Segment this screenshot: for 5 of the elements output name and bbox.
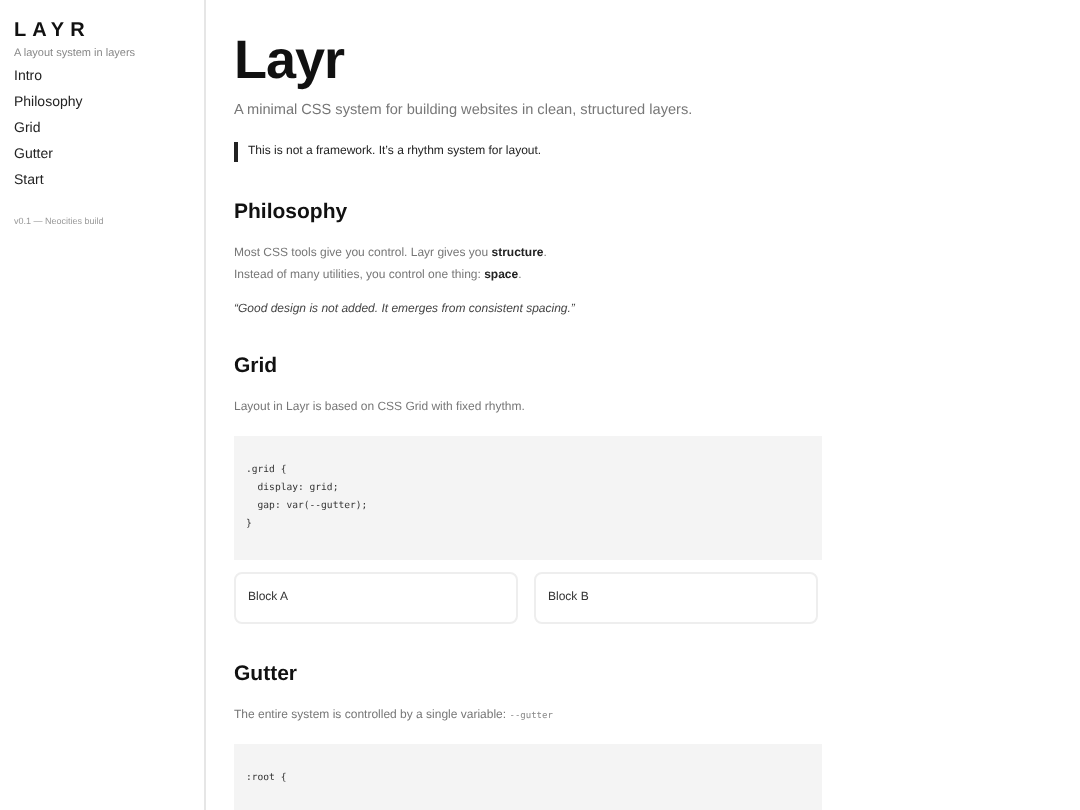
section-heading: Gutter [234, 662, 299, 686]
logo: LAYR [14, 20, 93, 42]
page-title: Layr [234, 28, 347, 92]
section-heading: Philosophy [234, 200, 350, 224]
section-heading: Grid [234, 354, 280, 378]
